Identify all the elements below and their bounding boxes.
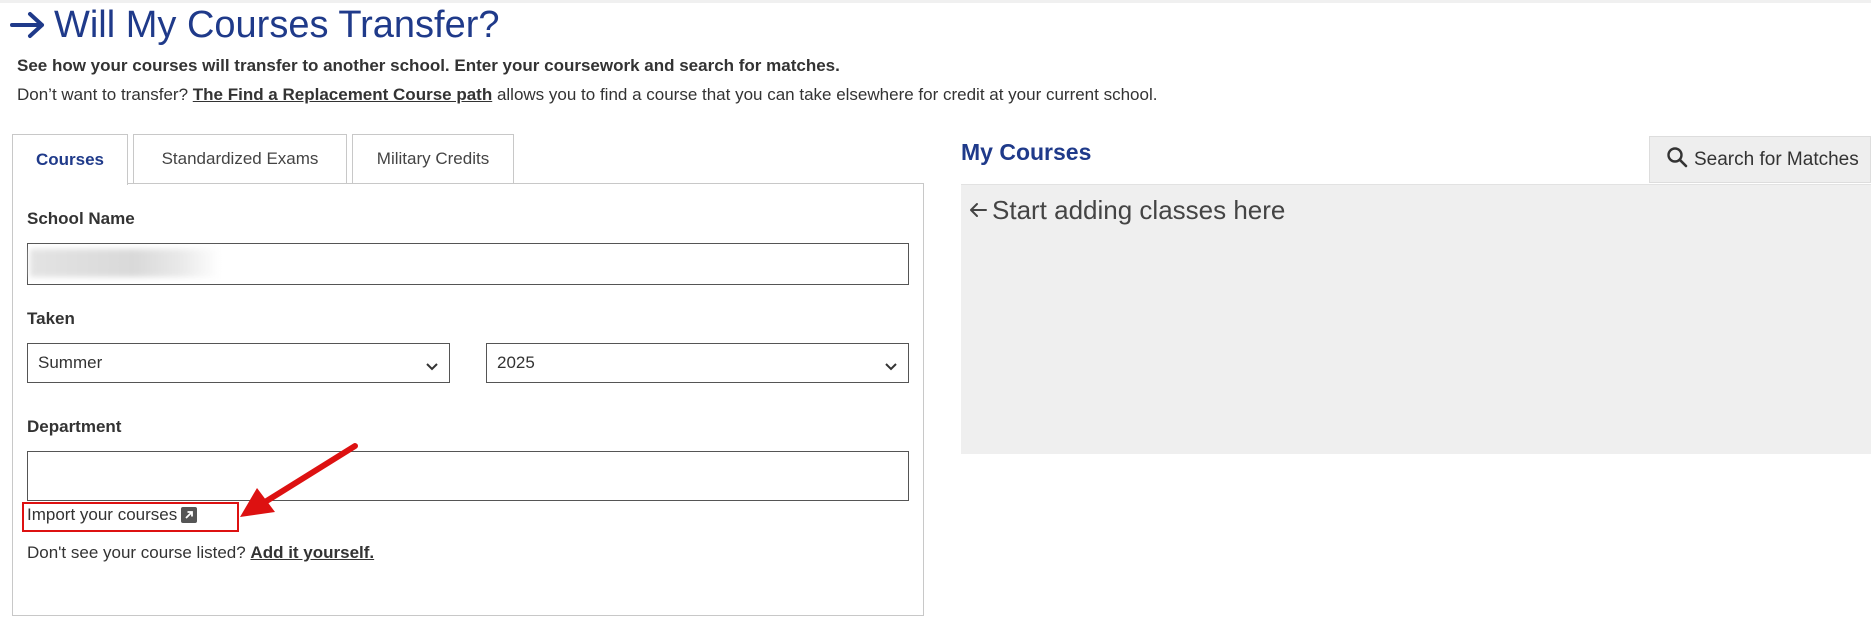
search-button-label: Search for Matches: [1694, 148, 1859, 170]
school-name-value-redacted: [30, 249, 220, 277]
replacement-intro: Don’t want to transfer? The Find a Repla…: [17, 85, 1157, 105]
annotation-arrow: [235, 440, 360, 525]
tab-courses[interactable]: Courses: [12, 134, 128, 185]
empty-courses-message: Start adding classes here: [968, 195, 1285, 226]
page-title: Will My Courses Transfer?: [10, 2, 500, 48]
tab-military-credits[interactable]: Military Credits: [352, 134, 514, 183]
arrow-right-icon: [10, 10, 46, 40]
annotation-highlight-box: [22, 502, 239, 532]
term-select[interactable]: Summer: [27, 343, 450, 383]
page-title-text: Will My Courses Transfer?: [54, 3, 500, 46]
search-icon: [1666, 146, 1688, 174]
tab-standardized-exams[interactable]: Standardized Exams: [133, 134, 347, 183]
school-name-input[interactable]: [27, 243, 909, 285]
year-select[interactable]: 2025: [486, 343, 909, 383]
add-it-yourself-link[interactable]: Add it yourself.: [250, 543, 374, 562]
intro-prefix: Don’t want to transfer?: [17, 85, 193, 104]
chevron-down-icon: [884, 357, 898, 377]
taken-label: Taken: [27, 309, 75, 328]
my-courses-list: Start adding classes here: [961, 184, 1871, 454]
empty-courses-text: Start adding classes here: [992, 195, 1286, 225]
arrow-left-icon: [968, 195, 988, 226]
term-select-value: Summer: [38, 353, 103, 372]
school-name-label: School Name: [27, 209, 135, 228]
replacement-course-link[interactable]: The Find a Replacement Course path: [193, 85, 492, 104]
chevron-down-icon: [425, 357, 439, 377]
search-for-matches-button[interactable]: Search for Matches: [1649, 136, 1871, 183]
my-courses-title: My Courses: [961, 139, 1092, 165]
intro-suffix: allows you to find a course that you can…: [492, 85, 1158, 104]
year-select-value: 2025: [497, 353, 535, 372]
department-input[interactable]: [27, 451, 909, 501]
not-listed-text: Don't see your course listed?: [27, 543, 251, 562]
add-course-prompt: Don't see your course listed? Add it you…: [27, 543, 374, 563]
department-label: Department: [27, 417, 122, 436]
intro-text: See how your courses will transfer to an…: [17, 56, 840, 75]
